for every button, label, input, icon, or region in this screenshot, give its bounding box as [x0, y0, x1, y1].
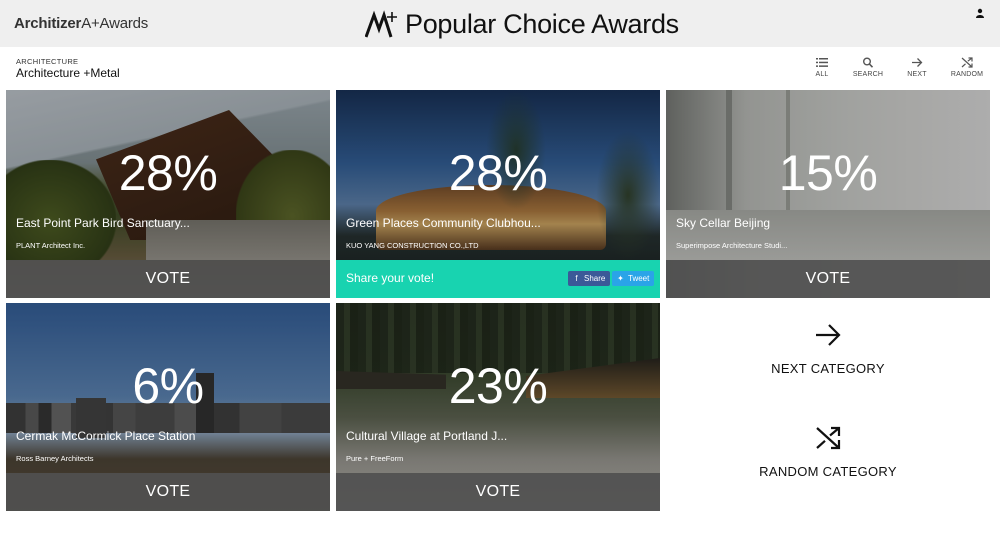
project-name[interactable]: Cultural Village at Portland J...: [346, 429, 507, 443]
all-button[interactable]: ALL: [802, 55, 842, 85]
vote-percentage: 15%: [778, 145, 878, 201]
random-category-label: RANDOM CATEGORY: [759, 464, 897, 479]
next-category-label: NEXT CATEGORY: [771, 361, 885, 376]
random-label: RANDOM: [950, 71, 984, 78]
random-button[interactable]: RANDOM: [947, 55, 987, 85]
top-bar: ArchitizerA+Awards Popular Choice Awards: [0, 0, 1000, 47]
twitter-icon: ✦: [617, 274, 624, 283]
facebook-share-button[interactable]: f Share: [568, 271, 611, 286]
vote-percentage: 6%: [132, 358, 204, 414]
project-card[interactable]: 6% Cermak McCormick Place Station Ross B…: [6, 303, 330, 511]
next-category-button[interactable]: NEXT CATEGORY: [666, 323, 990, 376]
firm-name[interactable]: Superimpose Architecture Studi...: [676, 241, 787, 250]
all-label: ALL: [815, 71, 829, 78]
random-category-button[interactable]: RANDOM CATEGORY: [666, 426, 990, 479]
firm-name[interactable]: PLANT Architect Inc.: [16, 241, 85, 250]
user-icon[interactable]: [975, 8, 985, 18]
shuffle-icon: [816, 426, 841, 450]
category-group-label: ARCHITECTURE: [16, 57, 79, 66]
firm-name[interactable]: Ross Barney Architects: [16, 454, 94, 463]
next-button[interactable]: NEXT: [897, 55, 937, 85]
vote-button[interactable]: VOTE: [6, 260, 330, 298]
share-bar: Share your vote! f Share ✦ Tweet: [336, 260, 660, 298]
vote-percentage: 23%: [448, 358, 548, 414]
project-card[interactable]: 28% Green Places Community Clubhou... KU…: [336, 90, 660, 298]
aplus-mark-icon: [365, 10, 397, 38]
vote-button[interactable]: VOTE: [336, 473, 660, 511]
facebook-icon: f: [575, 274, 578, 283]
page-title-wrap: Popular Choice Awards: [365, 6, 679, 42]
next-label: NEXT: [907, 71, 927, 78]
project-name[interactable]: Sky Cellar Beijing: [676, 216, 770, 230]
project-name[interactable]: East Point Park Bird Sanctuary...: [16, 216, 190, 230]
firm-name[interactable]: Pure + FreeForm: [346, 454, 403, 463]
facebook-share-label: Share: [584, 274, 606, 283]
list-icon: [816, 58, 828, 67]
project-name[interactable]: Green Places Community Clubhou...: [346, 216, 541, 230]
tweet-button[interactable]: ✦ Tweet: [612, 271, 655, 286]
architizer-logo[interactable]: ArchitizerA+Awards: [14, 15, 148, 32]
project-card[interactable]: 28% East Point Park Bird Sanctuary... PL…: [6, 90, 330, 298]
brand-suffix: A+Awards: [81, 15, 149, 32]
vote-percentage: 28%: [118, 145, 218, 201]
project-card[interactable]: 15% Sky Cellar Beijing Superimpose Archi…: [666, 90, 990, 298]
share-prompt: Share your vote!: [346, 271, 435, 285]
search-label: SEARCH: [852, 71, 884, 78]
vote-percentage: 28%: [448, 145, 548, 201]
project-name[interactable]: Cermak McCormick Place Station: [16, 429, 195, 443]
arrow-right-icon: [816, 324, 841, 346]
tweet-label: Tweet: [628, 274, 650, 283]
project-card[interactable]: 23% Cultural Village at Portland J... Pu…: [336, 303, 660, 511]
firm-name[interactable]: KUO YANG CONSTRUCTION CO.,LTD: [346, 241, 479, 250]
search-button[interactable]: SEARCH: [848, 55, 888, 85]
search-icon: [863, 57, 874, 68]
category-title: Architecture +Metal: [16, 66, 120, 80]
arrow-right-icon: [912, 58, 923, 67]
vote-button[interactable]: VOTE: [6, 473, 330, 511]
category-bar: ARCHITECTURE Architecture +Metal ALL SEA…: [0, 47, 1000, 90]
page-title: Popular Choice Awards: [405, 8, 679, 39]
brand-wordmark: Architizer: [14, 15, 82, 32]
vote-button[interactable]: VOTE: [666, 260, 990, 298]
shuffle-icon: [961, 57, 973, 68]
